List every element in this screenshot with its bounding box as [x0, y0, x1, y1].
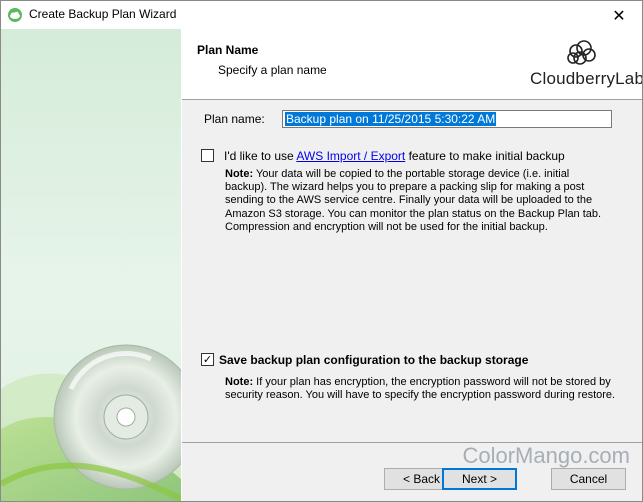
aws-import-label[interactable]: I'd like to use AWS Import / Export feat… — [224, 149, 565, 163]
aws-note-text: Your data will be copied to the portable… — [225, 168, 602, 233]
cd-disc-graphic — [1, 344, 181, 501]
save-note-label: Note: — [225, 376, 254, 388]
cloudberry-logo-icon — [567, 40, 596, 65]
aws-import-export-link[interactable]: AWS Import / Export — [296, 149, 405, 163]
plan-name-input[interactable]: Backup plan on 11/25/2015 5:30:22 AM — [282, 110, 612, 128]
window-title: Create Backup Plan Wizard — [29, 7, 177, 21]
logo-text: CloudberryLab — [530, 69, 643, 88]
page-title: Plan Name — [197, 43, 259, 57]
wizard-sidebar-graphic — [1, 29, 181, 501]
plan-name-label: Plan name: — [204, 112, 265, 126]
aws-label-before: I'd like to use — [224, 149, 297, 163]
aws-import-checkbox[interactable] — [201, 149, 214, 162]
cloudberry-logo: CloudberryLab — [530, 39, 643, 91]
save-config-checkbox[interactable]: ✓ — [201, 353, 214, 366]
wizard-window: Create Backup Plan Wizard ✕ Plan Name Sp… — [0, 0, 643, 502]
cloudberry-app-icon — [8, 8, 22, 22]
watermark-text: ColorMango.com — [462, 443, 630, 468]
checkmark-icon: ✓ — [202, 353, 213, 366]
aws-note-label: Note: — [225, 168, 254, 180]
save-note: Note: If your plan has encryption, the e… — [225, 376, 625, 402]
aws-note: Note: Your data will be copied to the po… — [225, 168, 605, 234]
close-button[interactable]: ✕ — [596, 1, 642, 29]
next-button[interactable]: Next > — [442, 468, 517, 490]
wizard-header: Plan Name Specify a plan name Cloudberry… — [182, 29, 642, 99]
save-config-label[interactable]: Save backup plan configuration to the ba… — [219, 353, 528, 367]
title-bar[interactable]: Create Backup Plan Wizard ✕ — [1, 1, 642, 29]
plan-name-value: Backup plan on 11/25/2015 5:30:22 AM — [285, 112, 497, 126]
cancel-button[interactable]: Cancel — [551, 468, 626, 490]
save-note-text: If your plan has encryption, the encrypt… — [225, 376, 616, 402]
wizard-content: Plan name: Backup plan on 11/25/2015 5:3… — [182, 100, 642, 442]
aws-label-after: feature to make initial backup — [405, 149, 565, 163]
page-subtitle: Specify a plan name — [218, 63, 327, 77]
